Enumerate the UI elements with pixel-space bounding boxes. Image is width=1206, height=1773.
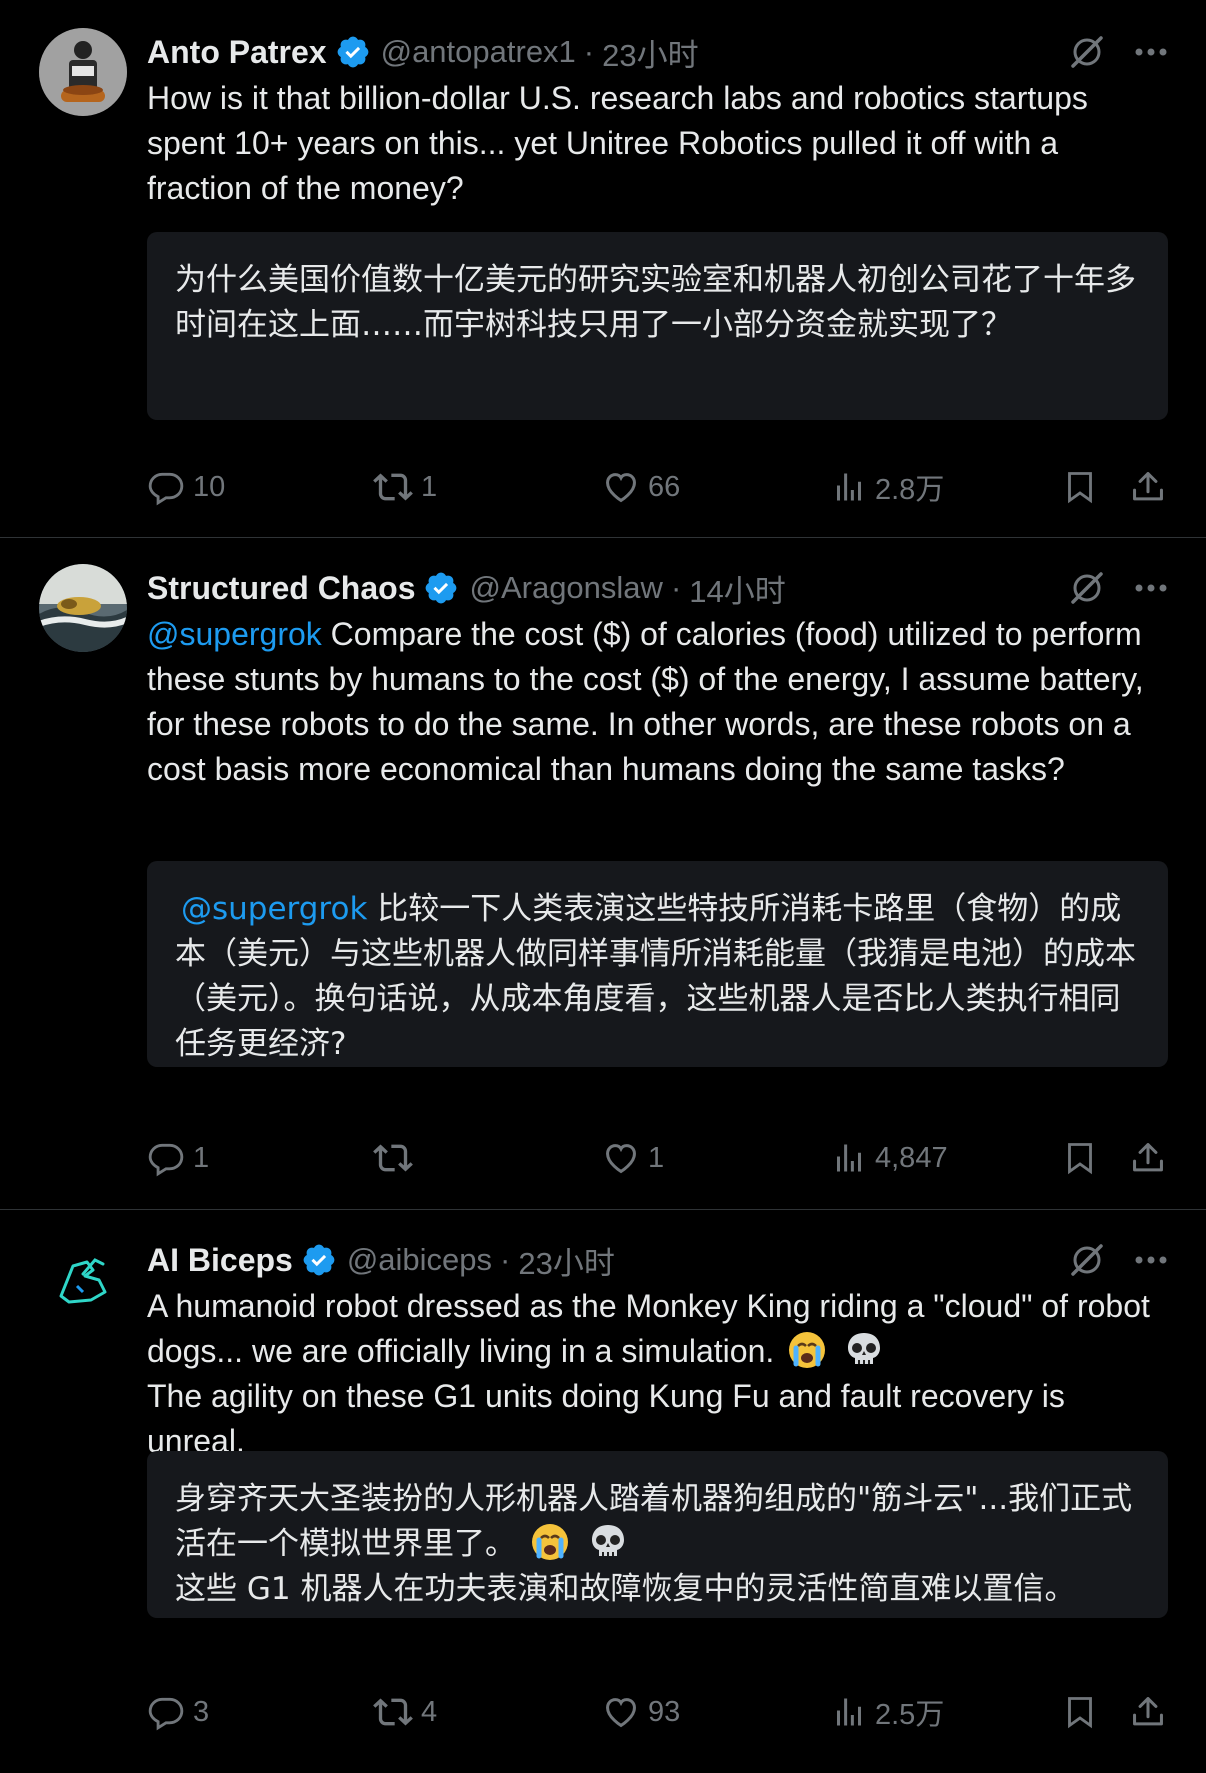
tweet-actions: 1 1 4,847 xyxy=(147,1134,1168,1182)
tweet-text-line: A humanoid robot dressed as the Monkey K… xyxy=(147,1288,1150,1369)
repost-icon xyxy=(373,1144,413,1172)
more-icon[interactable] xyxy=(1134,1255,1168,1265)
meta-separator: · xyxy=(500,1242,511,1277)
meta-separator: · xyxy=(670,570,682,605)
reply-button[interactable]: 1 xyxy=(147,1134,209,1182)
repost-count: 4 xyxy=(421,1695,438,1728)
verified-badge-icon xyxy=(335,34,371,70)
translation-text: 身穿齐天大圣装扮的人形机器人踏着机器狗组成的"筋斗云"...我们正式活在一个模拟… xyxy=(175,1481,1133,1562)
share-button[interactable] xyxy=(1129,463,1167,511)
reply-button[interactable]: 3 xyxy=(147,1688,209,1736)
views-icon xyxy=(837,1144,861,1172)
reply-icon xyxy=(148,1143,184,1177)
tweet-actions: 3 4 93 2.5万 xyxy=(147,1688,1168,1736)
tweet-header: Anto Patrex @antopatrex1 · 23小时 xyxy=(147,28,1168,76)
views-icon xyxy=(837,473,861,501)
like-button[interactable]: 93 xyxy=(602,1688,680,1736)
like-icon xyxy=(606,1144,636,1174)
like-button[interactable]: 1 xyxy=(602,1134,664,1182)
translation-card: 身穿齐天大圣装扮的人形机器人踏着机器狗组成的"筋斗云"...我们正式活在一个模拟… xyxy=(147,1451,1168,1618)
views-button[interactable]: 4,847 xyxy=(831,1134,948,1182)
bookmark-icon xyxy=(1068,1143,1092,1175)
views-count: 2.8万 xyxy=(875,474,945,506)
repost-icon xyxy=(373,473,413,501)
reply-button[interactable]: 10 xyxy=(147,463,225,511)
verified-badge-icon xyxy=(301,1242,337,1278)
meta-separator: · xyxy=(583,34,595,69)
avatar[interactable] xyxy=(39,564,127,652)
more-icon[interactable] xyxy=(1134,47,1168,57)
timeline-feed: Anto Patrex @antopatrex1 · 23小时 How is i… xyxy=(0,0,1206,1773)
translation-card: 为什么美国价值数十亿美元的研究实验室和机器人初创公司花了十年多时间在这上面……而… xyxy=(147,232,1168,420)
translation-card: @supergrok 比较一下人类表演这些特技所消耗卡路里（食物）的成本（美元）… xyxy=(147,861,1168,1067)
views-count: 4,847 xyxy=(875,1141,948,1174)
tweet-actions: 10 1 66 2.8万 xyxy=(147,463,1168,511)
crying-face-icon xyxy=(530,1522,570,1562)
bookmark-button[interactable] xyxy=(1062,1134,1098,1182)
timestamp[interactable]: 23小时 xyxy=(518,1238,614,1283)
like-count: 66 xyxy=(648,470,681,503)
views-button[interactable]: 2.8万 xyxy=(831,463,944,511)
tweet-text: How is it that billion-dollar U.S. resea… xyxy=(147,80,1088,206)
share-icon xyxy=(1133,472,1163,501)
handle[interactable]: @antopatrex1 xyxy=(381,34,576,70)
tweet-text: A humanoid robot dressed as the Monkey K… xyxy=(147,1284,1168,1464)
tweet[interactable]: AI Biceps @aibiceps · 23小时 A humanoid ro… xyxy=(0,1210,1206,1773)
bookmark-icon xyxy=(1068,472,1092,504)
avatar[interactable] xyxy=(39,1236,127,1324)
verified-badge-icon xyxy=(423,570,459,606)
repost-button[interactable]: 1 xyxy=(373,463,437,511)
bookmark-button[interactable] xyxy=(1062,1688,1098,1736)
skull-icon xyxy=(588,1522,628,1562)
avatar[interactable] xyxy=(39,28,127,116)
skull-icon xyxy=(844,1330,884,1370)
display-name[interactable]: Structured Chaos xyxy=(147,570,415,607)
like-count: 1 xyxy=(648,1141,665,1174)
grok-icon[interactable] xyxy=(1068,1241,1106,1279)
more-icon[interactable] xyxy=(1134,583,1168,593)
display-name[interactable]: Anto Patrex xyxy=(147,34,327,71)
mention-link[interactable]: @supergrok xyxy=(181,891,367,927)
repost-button[interactable]: 4 xyxy=(373,1688,437,1736)
mention-link[interactable]: @supergrok xyxy=(147,616,322,652)
tweet-text-line: The agility on these G1 units doing Kung… xyxy=(147,1378,1065,1459)
bookmark-icon xyxy=(1068,1697,1092,1729)
bookmark-button[interactable] xyxy=(1062,463,1098,511)
handle[interactable]: @Aragonslaw xyxy=(469,570,662,606)
reply-icon xyxy=(148,472,184,506)
grok-icon[interactable] xyxy=(1068,569,1106,607)
repost-count: 1 xyxy=(421,470,438,503)
share-button[interactable] xyxy=(1129,1134,1167,1182)
tweet[interactable]: Structured Chaos @Aragonslaw · 14小时 @sup… xyxy=(0,538,1206,1210)
share-icon xyxy=(1133,1143,1163,1172)
reply-icon xyxy=(148,1697,184,1731)
reply-count: 10 xyxy=(193,470,226,503)
crying-face-icon xyxy=(787,1330,827,1370)
views-count: 2.5万 xyxy=(875,1699,945,1731)
reply-count: 3 xyxy=(193,1695,210,1728)
translation-text: 为什么美国价值数十亿美元的研究实验室和机器人初创公司花了十年多时间在这上面……而… xyxy=(175,262,1136,343)
tweet-text: @supergrok Compare the cost ($) of calor… xyxy=(147,612,1168,792)
like-icon xyxy=(606,1698,636,1728)
tweet[interactable]: Anto Patrex @antopatrex1 · 23小时 How is i… xyxy=(0,0,1206,538)
reply-count: 1 xyxy=(193,1141,210,1174)
grok-icon[interactable] xyxy=(1068,33,1106,71)
translation-text: 这些 G1 机器人在功夫表演和故障恢复中的灵活性简直难以置信。 xyxy=(175,1571,1076,1607)
views-button[interactable]: 2.5万 xyxy=(831,1688,944,1736)
like-count: 93 xyxy=(648,1695,681,1728)
tweet-header: Structured Chaos @Aragonslaw · 14小时 xyxy=(147,564,1168,612)
display-name[interactable]: AI Biceps xyxy=(147,1242,293,1279)
handle[interactable]: @aibiceps xyxy=(347,1242,492,1278)
like-icon xyxy=(606,473,636,503)
share-button[interactable] xyxy=(1129,1688,1167,1736)
tweet-header: AI Biceps @aibiceps · 23小时 xyxy=(147,1236,1168,1284)
repost-button[interactable] xyxy=(373,1134,421,1182)
repost-icon xyxy=(373,1698,413,1726)
share-icon xyxy=(1133,1697,1163,1726)
like-button[interactable]: 66 xyxy=(602,463,680,511)
views-icon xyxy=(837,1698,861,1726)
timestamp[interactable]: 14小时 xyxy=(689,566,785,611)
timestamp[interactable]: 23小时 xyxy=(602,30,698,75)
